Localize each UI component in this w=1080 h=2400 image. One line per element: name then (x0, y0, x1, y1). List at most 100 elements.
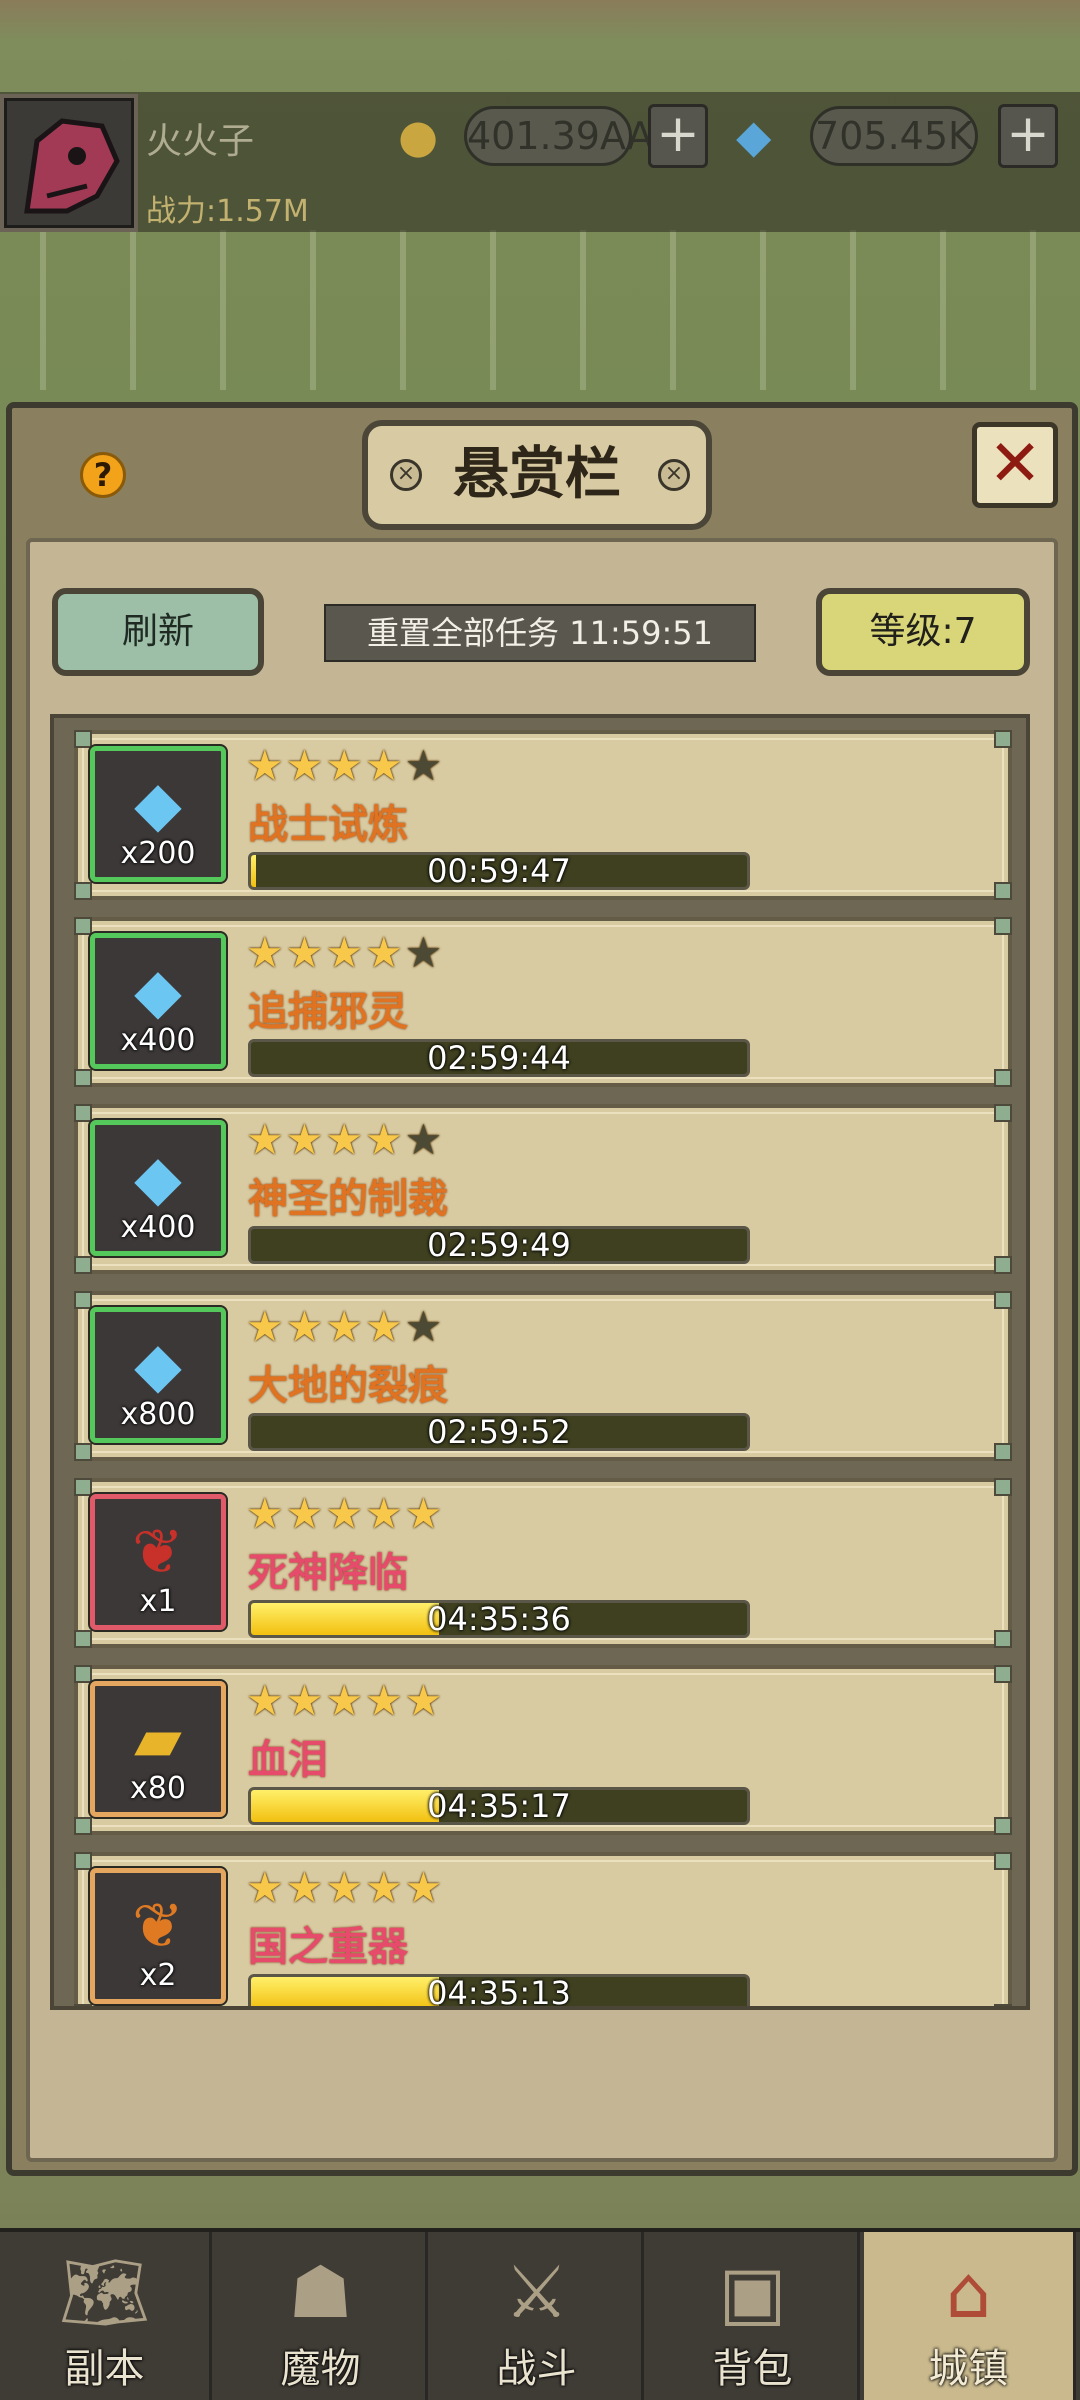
diamond-amount: 705.45K (810, 106, 978, 166)
nav-label: 背包 (712, 2346, 793, 2392)
quest-progress-bar: 02:59:44 (248, 1039, 750, 1077)
reward-slot[interactable]: ◆ x800 (88, 1305, 228, 1445)
reward-slot[interactable]: ❦ x2 (88, 1866, 228, 2006)
card-corner-icon (74, 917, 92, 935)
quest-progress-bar: 04:35:17 (248, 1787, 750, 1825)
quest-list[interactable]: ◆ x200 ★★★★★ 战士试炼 00:59:47 ◆ x400 ★★★★★ 追捕邪灵 02:5… (50, 714, 1030, 2010)
star-icon: ★ (404, 741, 445, 790)
star-icon: ★ (285, 928, 326, 977)
nav-item-monster[interactable]: ☗ 魔物 (216, 2232, 428, 2400)
reward-slot[interactable]: ▰ x80 (88, 1679, 228, 1819)
quest-card[interactable]: ◆ x400 ★★★★★ 神圣的制裁 02:59:49 (74, 1104, 1012, 1274)
reward-quantity: x1 (139, 1584, 177, 1619)
reward-slot[interactable]: ◆ x200 (88, 744, 228, 884)
reward-slot[interactable]: ❦ x1 (88, 1492, 228, 1632)
reward-slot[interactable]: ◆ x400 (88, 1118, 228, 1258)
star-icon: ★ (364, 1115, 405, 1164)
card-corner-icon (994, 1443, 1012, 1461)
diamond-icon: ◆ (134, 954, 182, 1027)
quest-progress-bar: 02:59:49 (248, 1226, 750, 1264)
bounty-level-button[interactable]: 等级:7 (816, 588, 1030, 676)
card-corner-icon (994, 1478, 1012, 1496)
quest-card[interactable]: ❦ x1 ★★★★★ 死神降临 04:35:36 (74, 1478, 1012, 1648)
reward-quantity: x80 (130, 1771, 186, 1806)
star-icon: ★ (364, 1489, 405, 1538)
difficulty-stars: ★★★★★ (246, 1866, 444, 1910)
card-corner-icon (994, 730, 1012, 748)
card-corner-icon (74, 1104, 92, 1122)
player-avatar[interactable] (0, 94, 138, 232)
card-corner-icon (74, 1443, 92, 1461)
nav-item-town[interactable]: ⌂ 城镇 (864, 2232, 1076, 2400)
star-icon: ★ (246, 1489, 286, 1538)
diamond-icon: ◆ (134, 1328, 182, 1401)
star-icon: ★ (404, 1115, 445, 1164)
star-icon: ★ (246, 1115, 286, 1164)
quest-timer: 02:59:52 (427, 1413, 571, 1451)
quest-timer: 00:59:47 (427, 852, 571, 890)
nav-item-backpack[interactable]: ▣ 背包 (648, 2232, 860, 2400)
star-icon: ★ (246, 741, 286, 790)
quest-name: 国之重器 (248, 1924, 408, 1970)
nav-label: 城镇 (928, 2346, 1009, 2392)
reward-slot[interactable]: ◆ x400 (88, 931, 228, 1071)
card-corner-icon (994, 1069, 1012, 1087)
add-gold-button[interactable]: + (648, 104, 708, 168)
card-corner-icon (994, 1630, 1012, 1648)
crossed-swords-icon: ⚔ (504, 2250, 569, 2334)
card-corner-icon (994, 917, 1012, 935)
red-feather-icon: ❦ (132, 1515, 184, 1588)
star-icon: ★ (404, 1302, 445, 1351)
card-corner-icon (74, 1291, 92, 1309)
difficulty-stars: ★★★★★ (246, 1118, 444, 1162)
refresh-button[interactable]: 刷新 (52, 588, 264, 676)
nav-item-map[interactable]: 🗺 副本 (0, 2232, 212, 2400)
star-icon: ★ (285, 1115, 326, 1164)
combat-power: 战力:1.57M (146, 194, 309, 229)
star-icon: ★ (246, 928, 286, 977)
star-icon: ★ (364, 928, 405, 977)
card-corner-icon (74, 1817, 92, 1835)
reward-quantity: x2 (139, 1958, 177, 1993)
difficulty-stars: ★★★★★ (246, 931, 444, 975)
star-icon: ★ (285, 1863, 326, 1912)
background-scenery (0, 230, 1080, 390)
town-icon: ⌂ (945, 2250, 992, 2334)
difficulty-stars: ★★★★★ (246, 1305, 444, 1349)
quest-card[interactable]: ◆ x200 ★★★★★ 战士试炼 00:59:47 (74, 730, 1012, 900)
quest-card[interactable]: ❦ x2 ★★★★★ 国之重器 04:35:13 (74, 1852, 1012, 2010)
add-diamond-button[interactable]: + (998, 104, 1058, 168)
map-icon: 🗺 (58, 2250, 151, 2334)
quest-card[interactable]: ◆ x800 ★★★★★ 大地的裂痕 02:59:52 (74, 1291, 1012, 1461)
quest-timer: 04:35:13 (427, 1974, 571, 2010)
quest-progress-bar: 02:59:52 (248, 1413, 750, 1451)
quest-card[interactable]: ◆ x400 ★★★★★ 追捕邪灵 02:59:44 (74, 917, 1012, 1087)
star-icon: ★ (404, 1863, 445, 1912)
card-corner-icon (74, 1630, 92, 1648)
reward-quantity: x400 (120, 1023, 196, 1058)
reward-quantity: x400 (120, 1210, 196, 1245)
quest-timer: 02:59:49 (427, 1226, 571, 1264)
quest-timer: 04:35:17 (427, 1787, 571, 1825)
quest-name: 追捕邪灵 (248, 989, 408, 1035)
close-button[interactable]: ✕ (972, 422, 1058, 508)
gold-scroll-icon: ▰ (134, 1702, 182, 1775)
star-icon: ★ (404, 928, 445, 977)
dialog-title: 悬赏栏 (453, 442, 621, 507)
nav-item-crossed-swords[interactable]: ⚔ 战斗 (432, 2232, 644, 2400)
difficulty-stars: ★★★★★ (246, 744, 444, 788)
quest-name: 大地的裂痕 (248, 1363, 448, 1409)
backpack-icon: ▣ (718, 2250, 787, 2334)
quest-name: 死神降临 (248, 1550, 408, 1596)
difficulty-stars: ★★★★★ (246, 1679, 444, 1723)
nav-label: 副本 (64, 2346, 145, 2392)
reward-quantity: x200 (120, 836, 196, 871)
card-corner-icon (74, 1256, 92, 1274)
card-corner-icon (994, 1256, 1012, 1274)
player-name: 火火子 (146, 121, 255, 162)
help-button[interactable]: ? (80, 452, 126, 498)
star-icon: ★ (325, 1863, 365, 1912)
quest-card[interactable]: ▰ x80 ★★★★★ 血泪 04:35:17 (74, 1665, 1012, 1835)
quest-progress-bar: 04:35:36 (248, 1600, 750, 1638)
dragon-avatar-icon (24, 118, 120, 214)
